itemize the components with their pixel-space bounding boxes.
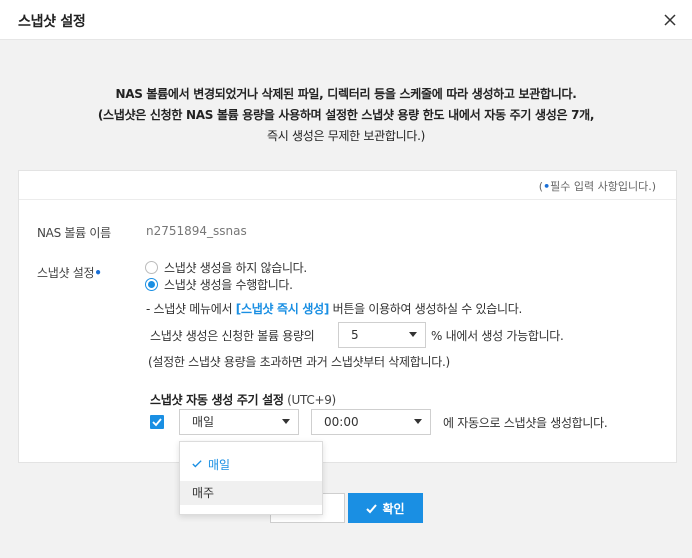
- instant-snapshot-hint: - 스냅샷 메뉴에서 [스냅샷 즉시 생성] 버튼을 이용하여 생성하실 수 있…: [146, 302, 523, 316]
- capacity-prefix: 스냅샷 생성은 신청한 볼륨 용량의: [150, 329, 315, 343]
- check-icon: [152, 418, 162, 427]
- period-select[interactable]: 매일: [179, 409, 299, 435]
- period-dropdown: 매일 매주: [179, 441, 323, 515]
- radio-snapshot-off[interactable]: 스냅샷 생성을 하지 않습니다.: [145, 259, 307, 276]
- close-icon: [664, 14, 676, 26]
- schedule-suffix: 에 자동으로 스냅샷을 생성합니다.: [443, 416, 608, 430]
- radio-off-icon[interactable]: [145, 261, 158, 274]
- period-option-weekly[interactable]: 매주: [180, 481, 322, 505]
- capacity-suffix: % 내에서 생성 가능합니다.: [431, 329, 564, 343]
- schedule-checkbox[interactable]: [150, 415, 164, 429]
- snapshot-setting-label: 스냅샷 설정•: [37, 266, 102, 280]
- capacity-note: (설정한 스냅샷 용량을 초과하면 과거 스냅샷부터 삭제합니다.): [148, 355, 450, 369]
- volume-name-value: n2751894_ssnas: [146, 224, 247, 238]
- radio-off-label: 스냅샷 생성을 하지 않습니다.: [164, 261, 307, 275]
- instant-snapshot-link[interactable]: [스냅샷 즉시 생성]: [236, 302, 330, 316]
- capacity-select[interactable]: 5: [338, 322, 426, 348]
- radio-on-label: 스냅샷 생성을 수행합니다.: [164, 278, 293, 292]
- required-dot-icon: •: [94, 266, 102, 280]
- radio-on-icon[interactable]: [145, 278, 158, 291]
- confirm-button[interactable]: 확인: [348, 493, 423, 523]
- description-line-3: 즉시 생성은 무제한 보관합니다.): [266, 129, 426, 143]
- check-icon: [366, 503, 378, 513]
- chevron-down-icon: [414, 419, 422, 424]
- check-icon: [192, 453, 204, 477]
- chevron-down-icon: [282, 419, 290, 424]
- chevron-down-icon: [409, 332, 417, 337]
- dialog-title: 스냅샷 설정: [18, 14, 86, 30]
- description-line-1: NAS 볼륨에서 변경되었거나 삭제된 파일, 디렉터리 등을 스케줄에 따라 …: [115, 87, 577, 101]
- required-bar: (•필수 입력 사항입니다.): [19, 171, 676, 200]
- schedule-title: 스냅샷 자동 생성 주기 설정 (UTC+9): [150, 393, 336, 407]
- description-line-2: (스냅샷은 신청한 NAS 볼륨 용량을 사용하며 설정한 스냅샷 용량 한도 …: [97, 108, 595, 122]
- period-option-daily[interactable]: 매일: [180, 453, 322, 477]
- dialog-description: NAS 볼륨에서 변경되었거나 삭제된 파일, 디렉터리 등을 스케줄에 따라 …: [0, 84, 692, 147]
- dialog-header: 스냅샷 설정: [0, 0, 692, 40]
- time-select[interactable]: 00:00: [311, 409, 431, 435]
- required-note: (•필수 입력 사항입니다.): [538, 180, 656, 193]
- radio-snapshot-on[interactable]: 스냅샷 생성을 수행합니다.: [145, 276, 293, 293]
- volume-name-label: NAS 볼륨 이름: [37, 226, 111, 240]
- close-button[interactable]: [661, 11, 679, 29]
